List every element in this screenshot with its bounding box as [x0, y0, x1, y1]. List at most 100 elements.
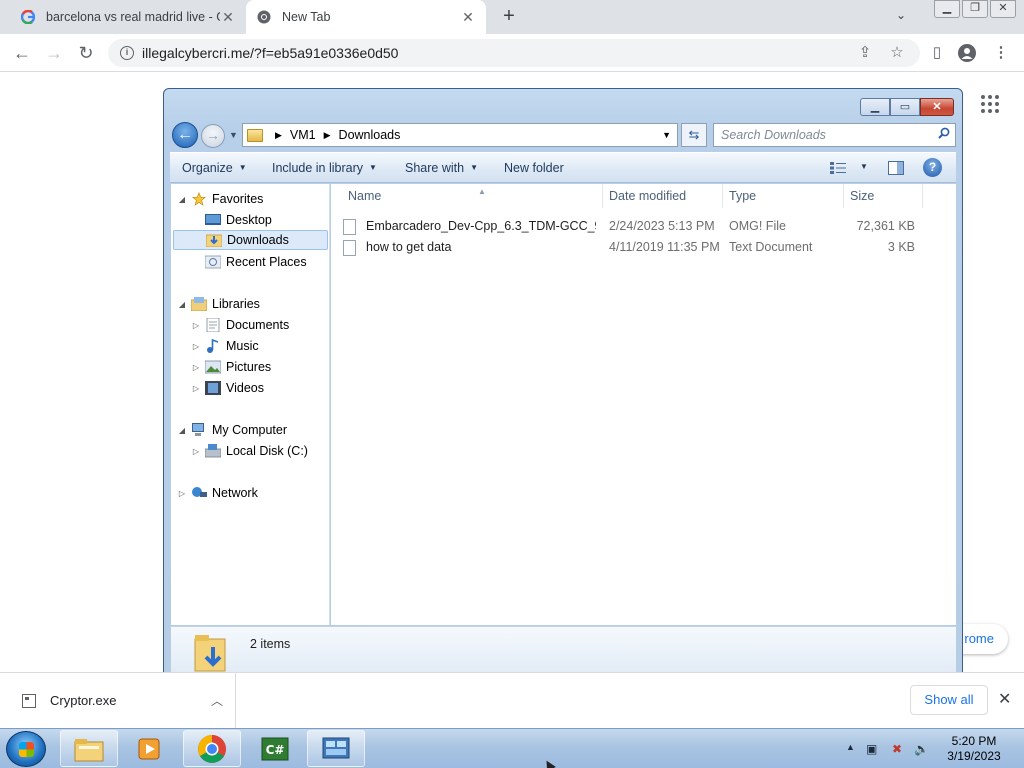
download-file-name: Cryptor.exe	[50, 693, 117, 708]
collapse-arrow-icon[interactable]: ◢	[177, 426, 187, 435]
explorer-breadcrumb[interactable]: ▶ VM1 ▶ Downloads ▼	[242, 123, 678, 147]
column-header-name[interactable]: ▲ Name	[342, 184, 603, 208]
music-note-icon	[207, 339, 219, 353]
show-all-button[interactable]: Show all	[910, 685, 988, 715]
explorer-maximize-button[interactable]: ▭	[890, 98, 920, 116]
browser-toolbar: ← → ↻ i illegalcybercri.me/?f=eb5a91e033…	[0, 34, 1024, 72]
restore-button[interactable]: ❐	[962, 0, 988, 18]
breadcrumb-separator-icon[interactable]: ▶	[324, 130, 331, 141]
expand-arrow-icon[interactable]: ▷	[191, 321, 201, 330]
share-with-button[interactable]: Share with ▼	[405, 161, 478, 175]
taskbar-control-panel[interactable]	[307, 730, 365, 767]
organize-button[interactable]: Organize ▼	[182, 161, 247, 175]
forward-arrow-icon[interactable]: →	[42, 42, 66, 64]
expand-arrow-icon[interactable]: ▷	[191, 384, 201, 393]
nav-music[interactable]: ▷ Music	[191, 336, 259, 356]
explorer-forward-button[interactable]: →	[201, 124, 225, 148]
address-bar[interactable]: i illegalcybercri.me/?f=eb5a91e0336e0d50	[108, 39, 920, 67]
videos-film-icon	[205, 381, 221, 395]
bookmark-star-icon[interactable]: ☆	[888, 44, 906, 62]
column-header-date[interactable]: Date modified	[603, 184, 723, 208]
action-center-icon[interactable]: ▣	[866, 742, 877, 756]
site-info-icon[interactable]: i	[120, 46, 134, 60]
nav-desktop[interactable]: Desktop	[191, 210, 272, 230]
profile-avatar-icon[interactable]	[958, 44, 976, 62]
reload-icon[interactable]: ↻	[74, 42, 98, 64]
taskbar-explorer[interactable]	[60, 730, 118, 767]
file-size: 72,361 KB	[856, 219, 915, 233]
expand-arrow-icon[interactable]: ▷	[191, 363, 201, 372]
taskbar-media-player[interactable]	[121, 730, 179, 767]
address-history-chevron-icon[interactable]: ▼	[662, 130, 671, 140]
network-icon	[192, 487, 207, 497]
minimize-button[interactable]: ▁	[934, 0, 960, 18]
executable-file-icon	[22, 693, 36, 708]
file-row[interactable]: Embarcadero_Dev-Cpp_6.3_TDM-GCC_9.... 2/…	[331, 216, 956, 236]
close-window-button[interactable]: ✕	[990, 0, 1016, 18]
pictures-icon	[205, 360, 221, 374]
nav-downloads[interactable]: Downloads	[173, 230, 328, 250]
close-tab-icon[interactable]: ✕	[460, 9, 476, 26]
tab-barcelona[interactable]: barcelona vs real madrid live - Go ✕	[10, 0, 246, 34]
expand-arrow-icon[interactable]: ▷	[191, 342, 201, 351]
close-tab-icon[interactable]: ✕	[220, 9, 236, 26]
preview-pane-icon[interactable]	[888, 161, 904, 175]
search-icon[interactable]	[938, 127, 950, 139]
menu-kebab-icon[interactable]: ⋮	[992, 44, 1010, 62]
taskbar-chrome[interactable]	[183, 730, 241, 767]
chevron-up-icon[interactable]: ︿	[211, 692, 223, 709]
computer-icon	[192, 423, 204, 436]
expand-arrow-icon[interactable]: ▷	[177, 489, 187, 498]
show-hidden-icons-icon[interactable]: ▲	[846, 742, 855, 752]
nav-videos[interactable]: ▷ Videos	[191, 378, 264, 398]
column-label: Name	[348, 189, 382, 203]
nav-local-disk[interactable]: ▷ Local Disk (C:)	[191, 441, 308, 461]
share-icon[interactable]: ⇪	[856, 44, 874, 62]
network-error-icon[interactable]: ✖	[892, 742, 902, 756]
new-tab-button[interactable]: +	[498, 6, 520, 28]
volume-icon[interactable]: 🔈	[914, 742, 929, 756]
download-item[interactable]: Cryptor.exe ︿	[14, 673, 236, 728]
taskbar-clock[interactable]: 5:20 PM 3/19/2023	[936, 734, 1012, 764]
nav-my-computer[interactable]: ◢ My Computer	[177, 420, 287, 440]
column-label: Date modified	[609, 189, 687, 203]
nav-pictures[interactable]: ▷ Pictures	[191, 357, 271, 377]
google-apps-icon[interactable]	[981, 95, 999, 113]
search-downloads-input[interactable]: Search Downloads	[713, 123, 956, 147]
nav-libraries[interactable]: ◢ Libraries	[177, 294, 260, 314]
side-panel-icon[interactable]: ▯	[928, 44, 946, 62]
tab-search-chevron-icon[interactable]: ⌄	[896, 8, 906, 22]
view-options-chevron-icon[interactable]: ▼	[860, 162, 868, 171]
recent-pages-chevron-icon[interactable]: ▼	[229, 130, 238, 140]
breadcrumb-downloads[interactable]: Downloads	[339, 128, 401, 142]
collapse-arrow-icon[interactable]: ◢	[177, 300, 187, 309]
breadcrumb-vm1[interactable]: VM1	[290, 128, 316, 142]
collapse-arrow-icon[interactable]: ◢	[177, 195, 187, 204]
explorer-minimize-button[interactable]: ▁	[860, 98, 890, 116]
include-in-library-button[interactable]: Include in library ▼	[272, 161, 377, 175]
tab-new-tab[interactable]: New Tab ✕	[246, 0, 486, 34]
column-header-size[interactable]: Size	[844, 184, 923, 208]
downloads-folder-icon	[194, 635, 226, 672]
explorer-back-button[interactable]: ←	[172, 122, 198, 148]
new-folder-button[interactable]: New folder	[504, 161, 564, 175]
explorer-close-button[interactable]: ✕	[920, 98, 954, 116]
nav-label: Libraries	[212, 297, 260, 311]
start-button[interactable]	[6, 731, 46, 767]
nav-network[interactable]: ▷ Network	[177, 483, 258, 503]
expand-arrow-icon[interactable]: ▷	[191, 447, 201, 456]
refresh-icon[interactable]: ⇆	[681, 123, 707, 147]
close-downloads-bar-icon[interactable]: ✕	[998, 689, 1011, 709]
change-view-icon[interactable]	[830, 162, 846, 174]
file-row[interactable]: how to get data 4/11/2019 11:35 PM Text …	[331, 237, 956, 257]
nav-documents[interactable]: ▷ Documents	[191, 315, 289, 335]
nav-favorites[interactable]: ◢ Favorites	[177, 189, 263, 209]
clock-date: 3/19/2023	[947, 749, 1001, 763]
help-icon[interactable]: ?	[923, 158, 942, 177]
breadcrumb-separator-icon[interactable]: ▶	[275, 130, 282, 141]
column-header-type[interactable]: Type	[723, 184, 844, 208]
back-arrow-icon[interactable]: ←	[10, 42, 34, 64]
taskbar-csharp[interactable]: C#	[246, 730, 304, 767]
nav-recent-places[interactable]: Recent Places	[191, 252, 307, 272]
explorer-window: ▁ ▭ ✕ ← → ▼ ▶ VM1 ▶ Downloads ▼ ⇆ Search…	[163, 88, 963, 688]
